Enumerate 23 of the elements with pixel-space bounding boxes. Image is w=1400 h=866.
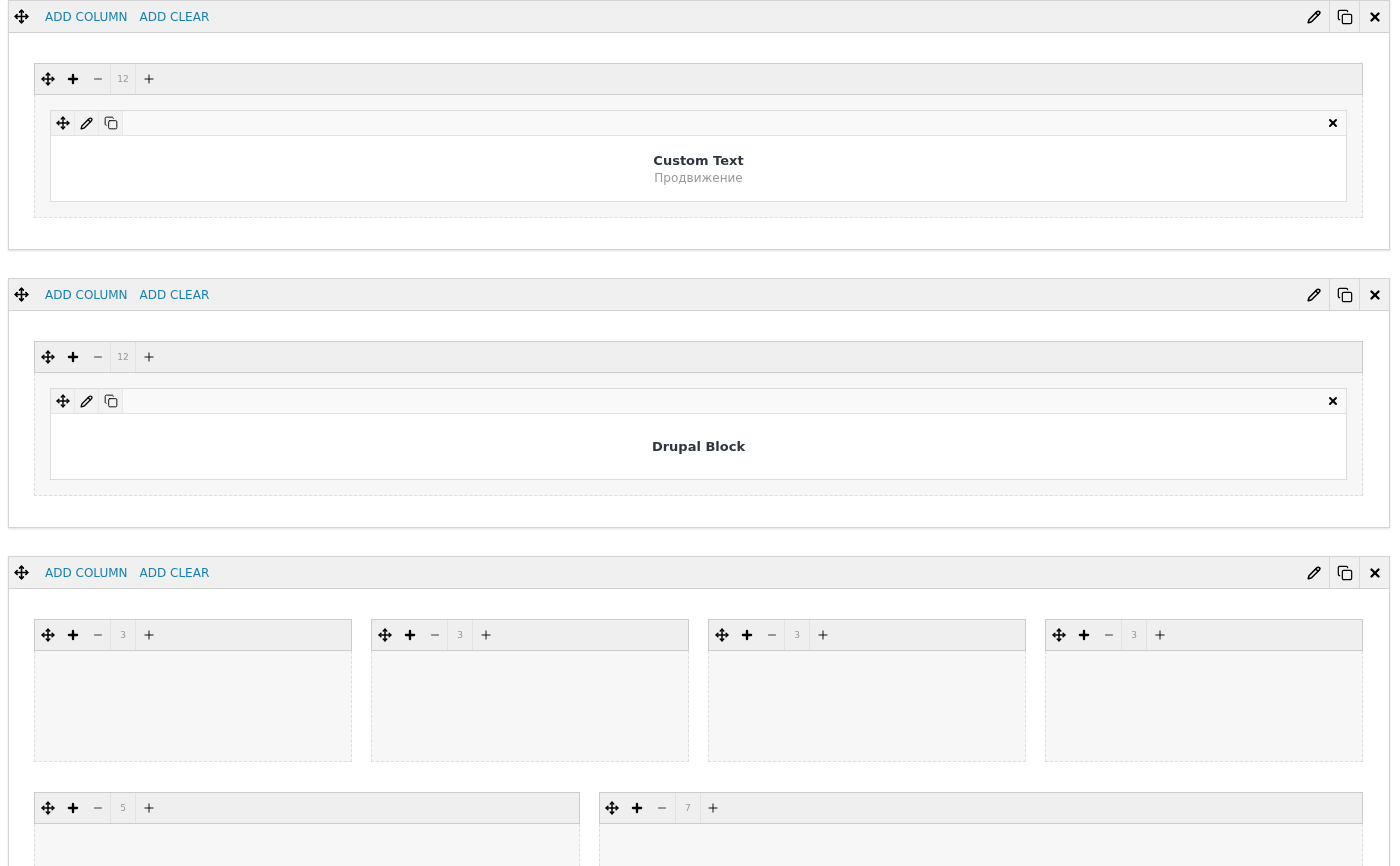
action-link[interactable]: ADD COLUMN <box>45 9 128 24</box>
copy-icon[interactable] <box>99 111 123 135</box>
action-link[interactable]: ADD CLEAR <box>139 9 210 24</box>
copy-icon[interactable] <box>99 389 123 413</box>
edit-icon[interactable] <box>75 389 99 413</box>
edit-icon[interactable] <box>75 111 99 135</box>
move-icon[interactable] <box>51 389 75 413</box>
action-link[interactable]: ADD COLUMN <box>45 565 128 580</box>
move-icon[interactable] <box>51 111 75 135</box>
column-size: 3 <box>1121 620 1147 650</box>
action-link[interactable]: ADD CLEAR <box>139 287 210 302</box>
column-size: 7 <box>674 793 701 823</box>
block-subtitle: Продвижение <box>654 170 743 185</box>
action-link[interactable]: ADD COLUMN <box>45 287 128 302</box>
column-size: 12 <box>110 342 136 372</box>
action-link[interactable]: ADD CLEAR <box>139 565 210 580</box>
column-size: 3 <box>447 620 473 650</box>
column-size: 5 <box>110 793 136 823</box>
column-size: 3 <box>110 620 136 650</box>
block-title: Drupal Block <box>651 439 746 454</box>
column-size: 3 <box>784 620 810 650</box>
block-title: Custom Text <box>653 152 744 168</box>
column-size: 12 <box>110 64 136 94</box>
